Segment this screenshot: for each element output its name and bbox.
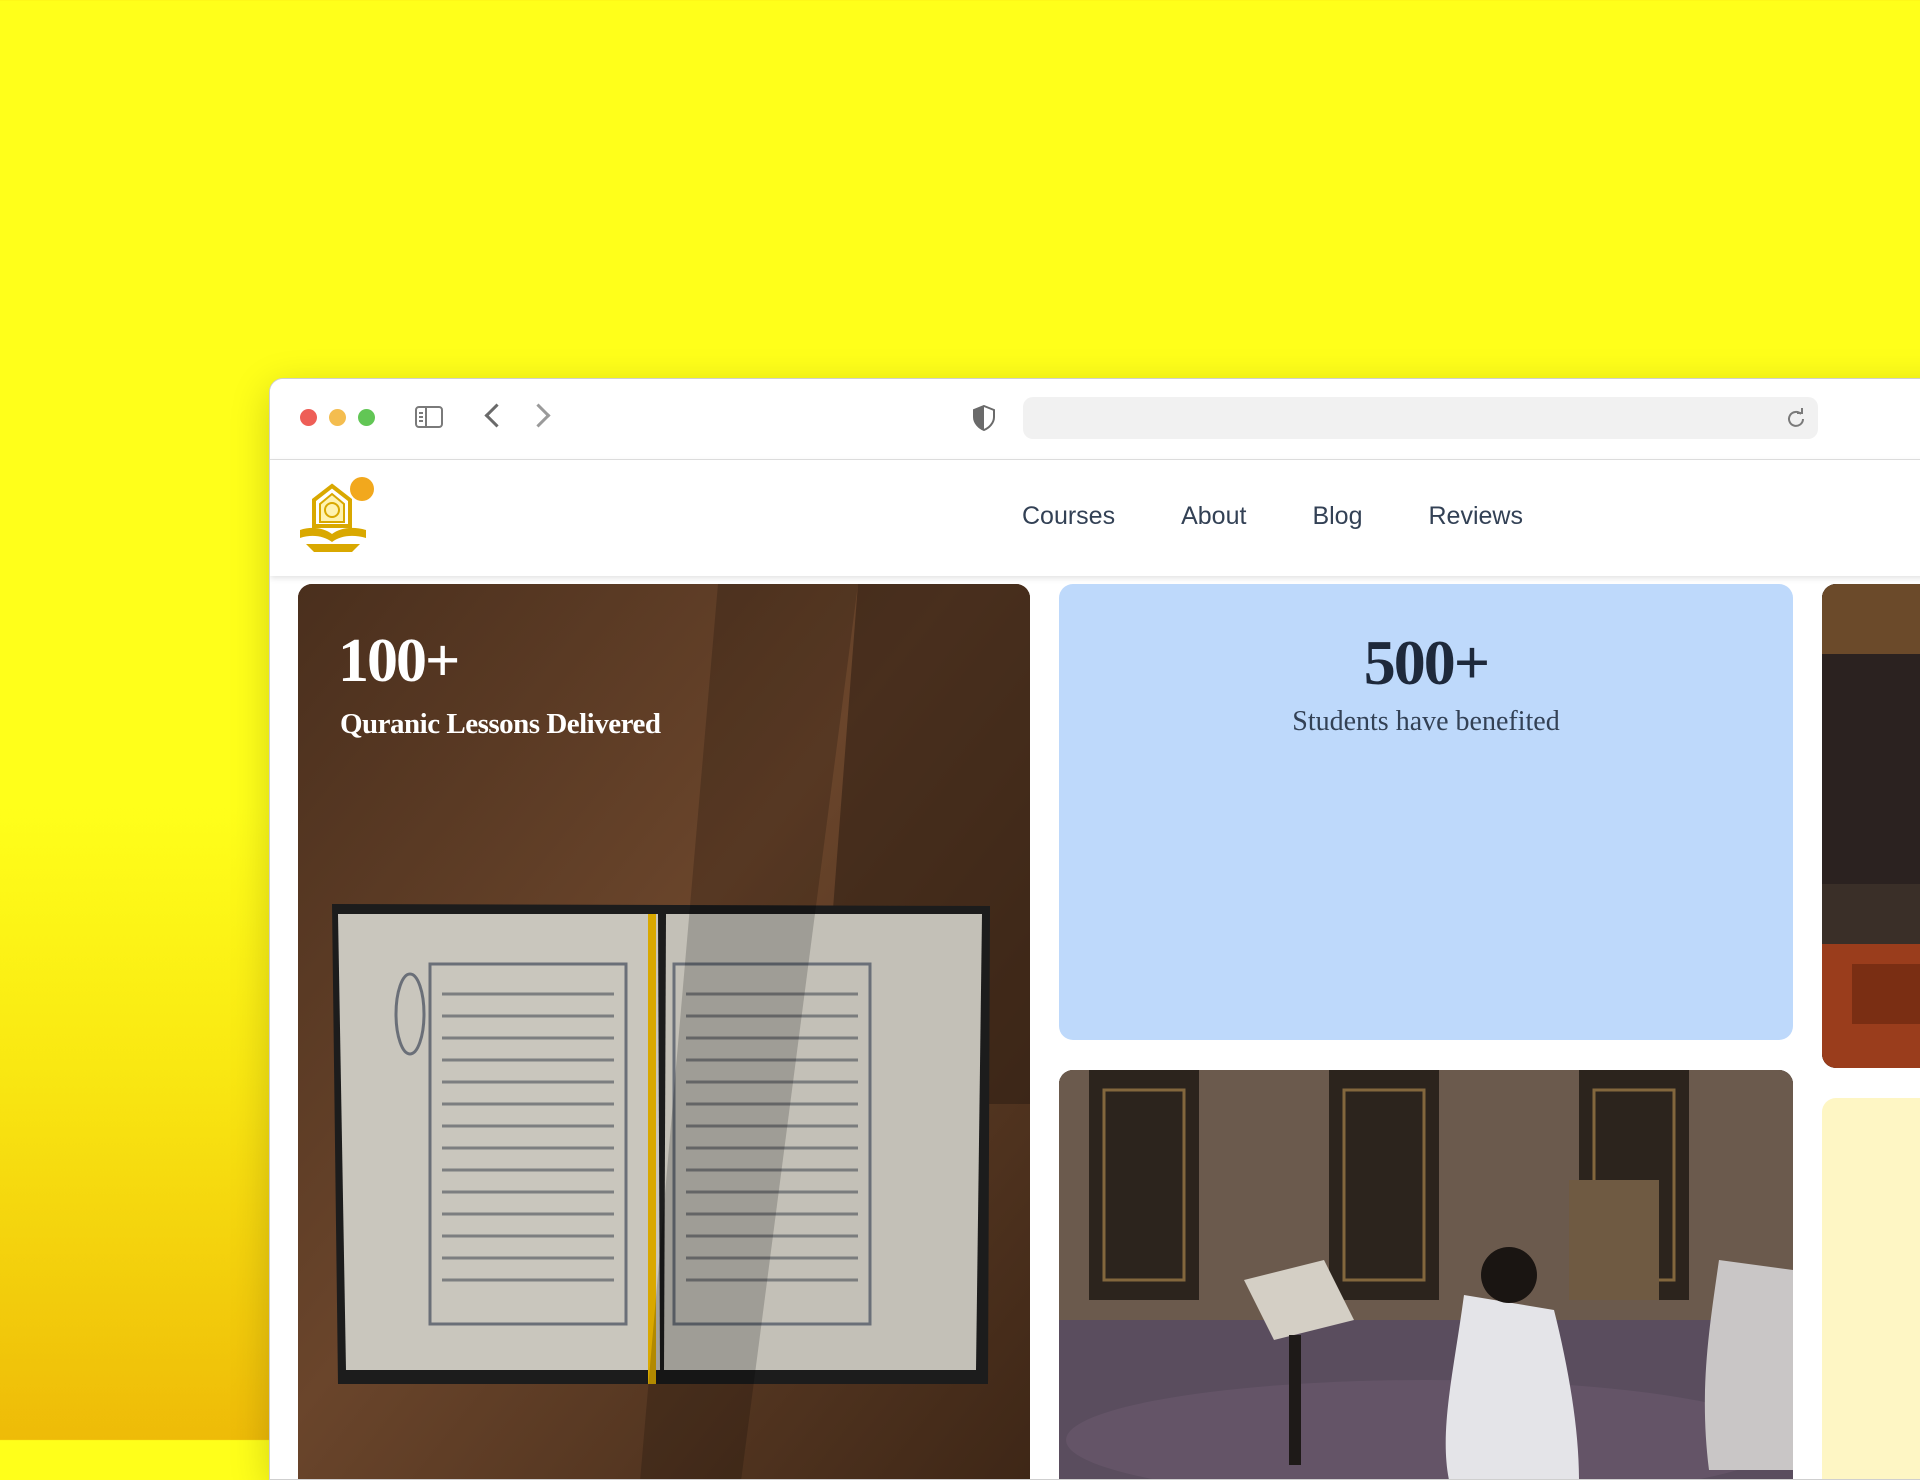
mosque-students-image xyxy=(1059,1070,1793,1479)
site-header: Courses About Blog Reviews xyxy=(270,460,1920,576)
nav-link-blog[interactable]: Blog xyxy=(1312,502,1362,531)
lessons-card: 100+ Quranic Lessons Delivered xyxy=(298,584,1030,1479)
browser-window: Courses About Blog Reviews 100+ Quranic … xyxy=(269,378,1920,1480)
lessons-label: Quranic Lessons Delivered xyxy=(340,708,661,740)
nav-link-courses[interactable]: Courses xyxy=(1022,502,1115,531)
back-icon[interactable] xyxy=(484,403,509,428)
students-card: 500+ Students have benefited xyxy=(1059,584,1793,1040)
nav-link-reviews[interactable]: Reviews xyxy=(1428,502,1522,531)
bookshelf-image xyxy=(1822,584,1920,1068)
testimonial-card xyxy=(1822,1098,1920,1479)
students-label: Students have benefited xyxy=(1292,706,1560,737)
mosque-students-card xyxy=(1059,1070,1793,1479)
forward-icon[interactable] xyxy=(526,403,551,428)
address-bar[interactable] xyxy=(1023,397,1818,439)
sidebar-toggle-icon[interactable] xyxy=(415,406,443,428)
main-nav: Courses About Blog Reviews xyxy=(1022,502,1589,531)
shield-icon[interactable] xyxy=(972,405,996,431)
browser-toolbar xyxy=(270,379,1920,460)
stats-grid: 100+ Quranic Lessons Delivered 500+ Stud… xyxy=(270,576,1920,1479)
academy-logo[interactable] xyxy=(296,474,376,560)
bookshelf-card xyxy=(1822,584,1920,1068)
close-window-button[interactable] xyxy=(300,409,317,426)
students-count: 500+ xyxy=(1363,627,1490,698)
minimize-window-button[interactable] xyxy=(329,409,346,426)
lessons-count: 100+ xyxy=(338,627,460,695)
nav-link-about[interactable]: About xyxy=(1181,502,1246,531)
maximize-window-button[interactable] xyxy=(358,409,375,426)
reload-icon[interactable] xyxy=(1786,408,1806,428)
